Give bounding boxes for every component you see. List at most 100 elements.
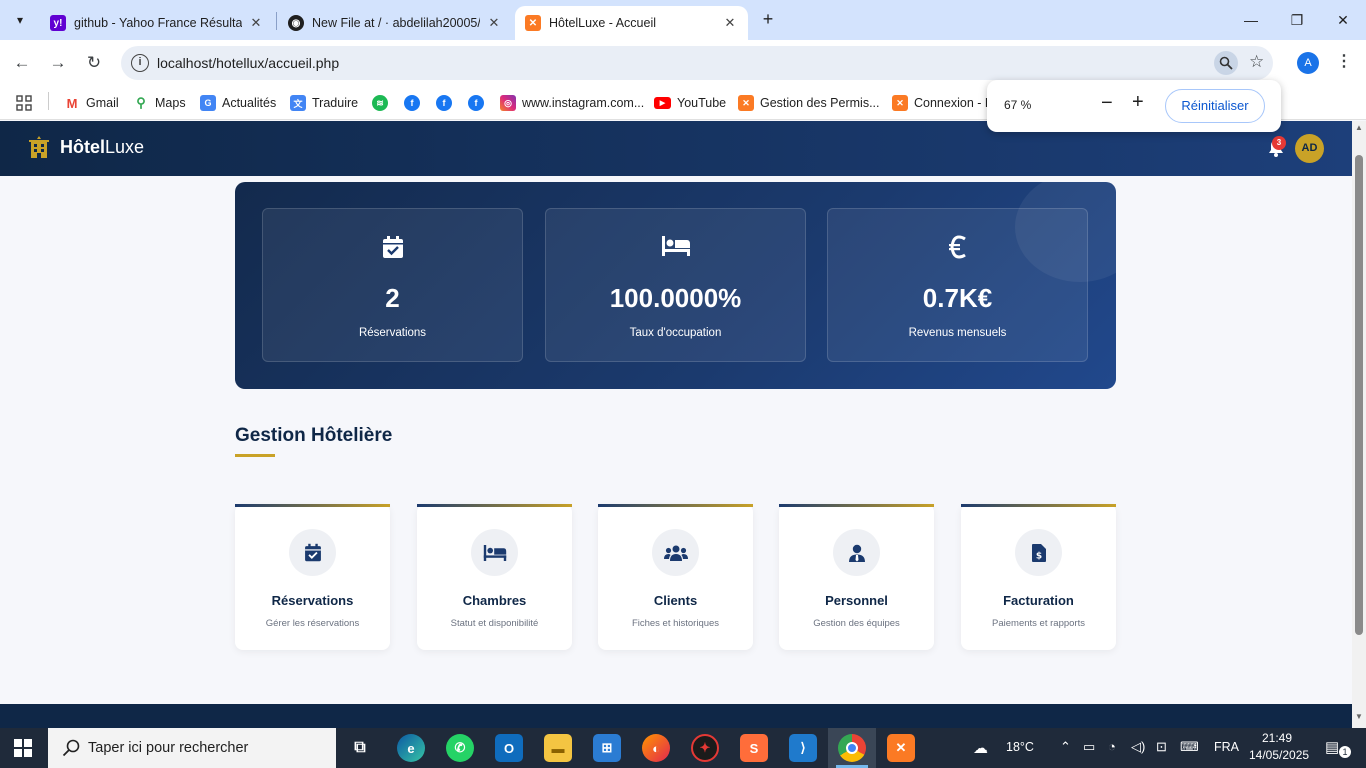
site-info-icon[interactable]: i	[131, 54, 149, 72]
tray-expand-icon[interactable]: ⌃	[1060, 739, 1071, 755]
stat-label: Revenus mensuels	[908, 327, 1007, 339]
zoom-icon[interactable]	[1214, 51, 1238, 75]
apps-grid-icon[interactable]	[16, 92, 32, 114]
stat-value: 0.7K€	[922, 283, 993, 313]
clock-date[interactable]: 14/05/2025	[1249, 748, 1309, 762]
stat-value: 2	[385, 283, 400, 313]
maps-icon: ⚲	[133, 95, 149, 111]
back-button[interactable]: ←	[8, 49, 36, 77]
tab-github[interactable]: ◉ New File at / · abdelilah20005/a ✕	[278, 6, 512, 40]
scroll-up-arrow[interactable]: ▲	[1355, 123, 1363, 132]
tab-search-button[interactable]: ▾	[6, 6, 34, 34]
bookmark-traduire[interactable]: 文 Traduire	[290, 92, 358, 114]
tab-strip: ▾ y! github - Yahoo France Résultats ✕ ◉…	[0, 0, 1366, 40]
xampp-icon[interactable]: ✕	[887, 734, 915, 762]
forward-button[interactable]: →	[44, 49, 72, 77]
bookmark-facebook-1[interactable]: f	[404, 92, 426, 114]
battery-icon[interactable]: ▭	[1083, 739, 1095, 755]
zoom-level: 67 %	[1004, 98, 1032, 112]
chrome-icon[interactable]	[838, 734, 866, 762]
whatsapp-icon[interactable]: ✆	[446, 734, 474, 762]
weather-temp[interactable]: 18°C	[1006, 740, 1034, 754]
firefox-icon[interactable]: ◐	[642, 734, 670, 762]
github-icon: ◉	[288, 15, 304, 31]
site-footer	[0, 704, 1352, 728]
close-tab-icon[interactable]: ✕	[486, 15, 502, 31]
module-subtitle: Gestion des équipes	[813, 618, 900, 629]
language-indicator[interactable]: FRA	[1214, 740, 1239, 754]
spotify-icon: ≋	[372, 95, 388, 111]
close-window-button[interactable]: ✕	[1320, 0, 1366, 40]
bookmark-star-icon[interactable]: ☆	[1249, 52, 1264, 72]
bookmark-facebook-2[interactable]: f	[436, 92, 458, 114]
module-subtitle: Fiches et historiques	[631, 618, 720, 629]
module-card-personnel[interactable]: Personnel Gestion des équipes	[779, 504, 934, 650]
file-explorer-icon[interactable]: ▬	[544, 734, 572, 762]
site-logo[interactable]: Hôtel Luxe	[28, 135, 144, 159]
notification-center-icon[interactable]: ▤	[1325, 738, 1339, 756]
keyboard-icon[interactable]: ⌨	[1180, 739, 1199, 755]
bookmark-gmail[interactable]: M Gmail	[64, 92, 119, 114]
user-tie-icon	[848, 544, 865, 562]
module-subtitle: Statut et disponibilité	[450, 618, 539, 629]
stats-panel: 2 Réservations 100.0000% Taux d'occupati…	[235, 182, 1116, 389]
bookmark-connexion[interactable]: ✕ Connexion - H	[892, 92, 994, 114]
scrollbar-thumb[interactable]	[1355, 155, 1363, 635]
reload-button[interactable]: ↻	[80, 49, 108, 77]
new-tab-button[interactable]: +	[757, 8, 779, 30]
minimize-button[interactable]: —	[1228, 0, 1274, 40]
bookmark-actualites[interactable]: G Actualités	[200, 92, 276, 114]
task-view-icon[interactable]: ⧉	[346, 734, 374, 762]
user-avatar[interactable]: AD	[1295, 134, 1324, 163]
zoom-in-button[interactable]: +	[1132, 91, 1144, 114]
module-card-facturation[interactable]: $ Facturation Paiements et rapports	[961, 504, 1116, 650]
svg-text:$: $	[1035, 551, 1041, 561]
zoom-reset-button[interactable]: Réinitialiser	[1165, 89, 1265, 123]
weather-icon[interactable]: ☁	[973, 739, 988, 757]
edge-icon[interactable]: e	[397, 734, 425, 762]
clock-time[interactable]: 21:49	[1262, 731, 1292, 745]
tab-separator	[276, 12, 277, 30]
windows-start-button[interactable]	[14, 739, 32, 757]
bookmark-instagram[interactable]: ◎ www.instagram.com...	[500, 92, 644, 114]
bookmark-maps[interactable]: ⚲ Maps	[133, 92, 186, 114]
module-card-reservations[interactable]: Réservations Gérer les réservations	[235, 504, 390, 650]
bookmark-youtube[interactable]: ▶ YouTube	[654, 92, 726, 114]
chrome-menu-icon[interactable]: ⋮	[1336, 51, 1352, 71]
outlook-icon[interactable]: O	[495, 734, 523, 762]
gmail-icon: M	[64, 95, 80, 111]
page-scrollbar[interactable]: ▲ ▼	[1352, 121, 1366, 728]
sublime-icon[interactable]: S	[740, 734, 768, 762]
url-text[interactable]: localhost/hotellux/accueil.php	[157, 55, 339, 71]
scroll-down-arrow[interactable]: ▼	[1355, 712, 1363, 721]
address-bar[interactable]: i localhost/hotellux/accueil.php ☆	[121, 46, 1273, 80]
profile-avatar[interactable]: A	[1297, 52, 1319, 74]
volume-icon[interactable]: ◁)	[1131, 739, 1145, 755]
hotel-icon	[29, 136, 49, 158]
module-title: Clients	[653, 593, 698, 608]
stat-label: Réservations	[358, 327, 427, 339]
module-subtitle: Gérer les réservations	[265, 618, 360, 629]
mic-icon[interactable]: ⊡	[1156, 739, 1167, 755]
bookmark-gestion-permis[interactable]: ✕ Gestion des Permis...	[738, 92, 880, 114]
microsoft-store-icon[interactable]: ⊞	[593, 734, 621, 762]
calendar-check-icon	[304, 543, 321, 562]
calendar-check-icon	[382, 236, 403, 258]
module-title: Chambres	[462, 593, 527, 608]
module-card-chambres[interactable]: Chambres Statut et disponibilité	[417, 504, 572, 650]
vscode-icon[interactable]: ⟩	[789, 734, 817, 762]
bookmark-facebook-3[interactable]: f	[468, 92, 490, 114]
close-tab-icon[interactable]: ✕	[722, 15, 738, 31]
close-tab-icon[interactable]: ✕	[248, 15, 264, 31]
restore-button[interactable]: ❐	[1274, 0, 1320, 40]
news-icon: G	[200, 95, 216, 111]
antivirus-icon[interactable]: ✦	[691, 734, 719, 762]
bookmark-spotify[interactable]: ≋	[372, 92, 394, 114]
taskbar-search[interactable]: Taper ici pour rechercher	[48, 728, 336, 768]
yahoo-icon: y!	[50, 15, 66, 31]
tab-yahoo[interactable]: y! github - Yahoo France Résultats ✕	[40, 6, 274, 40]
wifi-icon[interactable]: ◔	[1108, 739, 1116, 754]
zoom-out-button[interactable]: −	[1101, 92, 1113, 115]
module-card-clients[interactable]: Clients Fiches et historiques	[598, 504, 753, 650]
tab-hotelluxe[interactable]: ✕ HôtelLuxe - Accueil ✕	[515, 6, 748, 40]
